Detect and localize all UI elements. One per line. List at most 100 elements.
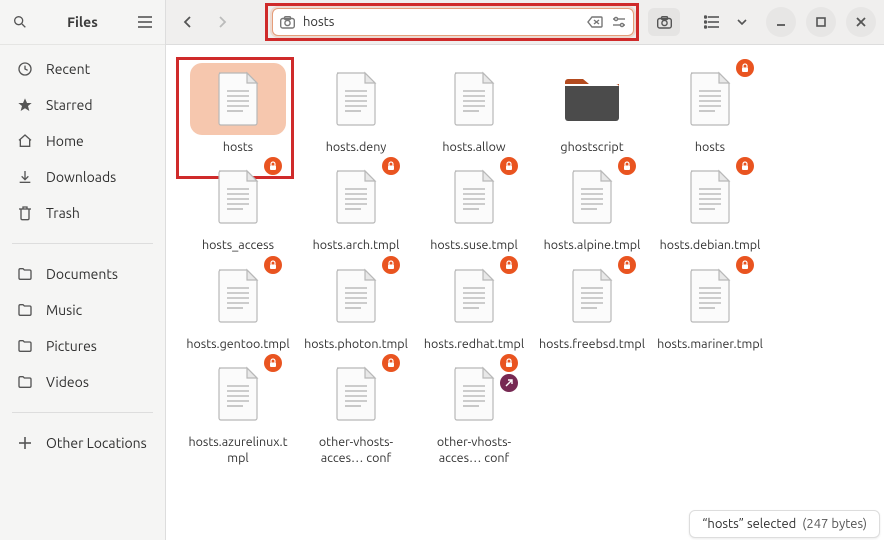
file-thumb: [426, 63, 522, 135]
file-tile[interactable]: hosts.freebsd.tmpl: [538, 260, 646, 352]
file-tile[interactable]: hosts.arch.tmpl: [302, 161, 410, 253]
file-tile[interactable]: hosts.azurelinux.tmpl: [184, 358, 292, 467]
minimize-button[interactable]: [766, 7, 796, 37]
file-label: hosts.azurelinux.tmpl: [184, 434, 292, 467]
separator: [12, 412, 153, 413]
sidebar-item-downloads[interactable]: Downloads: [0, 159, 165, 195]
lock-icon: [264, 157, 282, 175]
search-options-icon[interactable]: [611, 14, 627, 30]
search-icon[interactable]: [10, 12, 30, 32]
file-grid: hosts hosts.deny hosts.allow ghostscript hos…: [166, 45, 884, 540]
search-bar[interactable]: [272, 8, 634, 36]
sidebar-item-label: Videos: [46, 374, 89, 390]
file-label: hosts: [223, 139, 253, 155]
sidebar-item-label: Recent: [46, 61, 90, 77]
file-tile[interactable]: hosts: [656, 63, 764, 155]
sidebar-item-videos[interactable]: Videos: [0, 364, 165, 400]
file-thumb: [662, 260, 758, 332]
forward-button[interactable]: [208, 8, 236, 36]
maximize-button[interactable]: [806, 7, 836, 37]
lock-icon: [382, 354, 400, 372]
sidebar-item-label: Other Locations: [46, 435, 147, 451]
lock-icon: [736, 256, 754, 274]
sidebar-item-music[interactable]: Music: [0, 292, 165, 328]
sidebar-item-other-locations[interactable]: Other Locations: [0, 425, 165, 461]
file-thumb: [662, 63, 758, 135]
file-label: hosts.gentoo.tmpl: [186, 336, 289, 352]
sidebar-item-home[interactable]: Home: [0, 123, 165, 159]
camera-icon: [279, 14, 295, 30]
clear-icon[interactable]: [587, 14, 603, 30]
search-input[interactable]: [303, 15, 579, 29]
app-title: Files: [30, 14, 135, 30]
sidebar-item-pictures[interactable]: Pictures: [0, 328, 165, 364]
file-label: hosts.debian.tmpl: [660, 237, 761, 253]
file-thumb: [308, 161, 404, 233]
star-icon: [16, 96, 34, 114]
file-tile[interactable]: hosts.redhat.tmpl: [420, 260, 528, 352]
lock-icon: [736, 157, 754, 175]
file-label: hosts.photon.tmpl: [304, 336, 408, 352]
file-tile[interactable]: hosts_access: [184, 161, 292, 253]
lock-icon: [382, 256, 400, 274]
sidebar-item-recent[interactable]: Recent: [0, 51, 165, 87]
view-dropdown-button[interactable]: [734, 8, 750, 36]
file-thumb: [308, 260, 404, 332]
file-label: ghostscript: [560, 139, 623, 155]
sidebar-places: Documents Music Pictures Videos: [0, 250, 165, 406]
sidebar-item-label: Starred: [46, 97, 93, 113]
file-thumb: [190, 358, 286, 430]
file-tile[interactable]: other-vhosts-acces… conf: [420, 358, 528, 467]
file-tile[interactable]: ghostscript: [538, 63, 646, 155]
file-tile[interactable]: hosts.alpine.tmpl: [538, 161, 646, 253]
file-label: hosts.allow: [442, 139, 505, 155]
file-thumb: [308, 63, 404, 135]
back-button[interactable]: [174, 8, 202, 36]
file-thumb: [426, 260, 522, 332]
file-label: hosts: [695, 139, 725, 155]
folder-icon: [16, 301, 34, 319]
file-tile[interactable]: hosts.deny: [302, 63, 410, 155]
file-tile[interactable]: hosts: [184, 63, 292, 155]
file-thumb: [426, 161, 522, 233]
folder-icon: [16, 265, 34, 283]
search-toggle-button[interactable]: [648, 8, 680, 36]
file-thumb: [308, 358, 404, 430]
menu-icon[interactable]: [135, 12, 155, 32]
download-icon: [16, 168, 34, 186]
lock-icon: [618, 256, 636, 274]
sidebar-item-starred[interactable]: Starred: [0, 87, 165, 123]
sidebar-item-label: Documents: [46, 266, 118, 282]
sidebar-item-label: Home: [46, 133, 84, 149]
symlink-icon: [500, 374, 518, 392]
file-tile[interactable]: hosts.gentoo.tmpl: [184, 260, 292, 352]
file-label: hosts.mariner.tmpl: [657, 336, 763, 352]
file-tile[interactable]: hosts.suse.tmpl: [420, 161, 528, 253]
view-list-button[interactable]: [696, 8, 728, 36]
file-label: hosts_access: [202, 237, 274, 253]
sidebar-item-trash[interactable]: Trash: [0, 195, 165, 231]
file-tile[interactable]: hosts.allow: [420, 63, 528, 155]
search-bar-wrap: [272, 8, 634, 36]
sidebar-header: Files: [0, 0, 165, 45]
trash-icon: [16, 204, 34, 222]
lock-icon: [264, 354, 282, 372]
folder-icon: [16, 373, 34, 391]
file-thumb: [544, 260, 640, 332]
sidebar-item-label: Pictures: [46, 338, 97, 354]
close-button[interactable]: [846, 7, 876, 37]
file-tile[interactable]: hosts.mariner.tmpl: [656, 260, 764, 352]
file-tile[interactable]: hosts.photon.tmpl: [302, 260, 410, 352]
status-size: (247 bytes): [802, 517, 867, 531]
lock-icon: [736, 59, 754, 77]
file-thumb: [190, 63, 286, 135]
file-label: hosts.redhat.tmpl: [424, 336, 524, 352]
clock-icon: [16, 60, 34, 78]
file-tile[interactable]: other-vhosts-acces… conf: [302, 358, 410, 467]
lock-icon: [500, 157, 518, 175]
file-thumb: [544, 161, 640, 233]
plus-icon: [16, 434, 34, 452]
file-tile[interactable]: hosts.debian.tmpl: [656, 161, 764, 253]
sidebar-item-documents[interactable]: Documents: [0, 256, 165, 292]
sidebar: Files Recent Starred Home DownloadsTrash Do…: [0, 0, 166, 540]
